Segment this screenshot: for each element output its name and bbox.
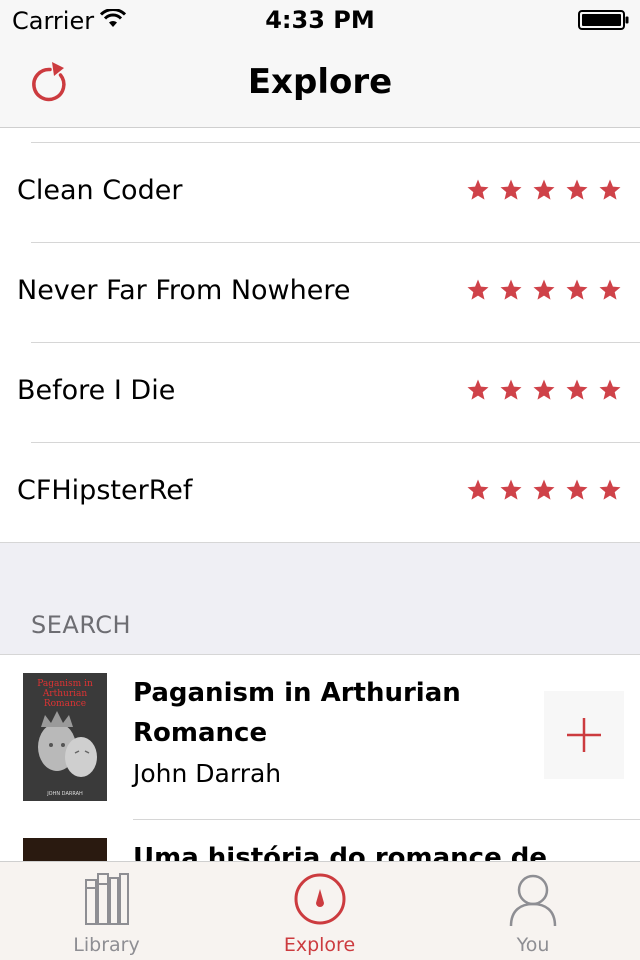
star-icon [533, 279, 555, 300]
star-icon [500, 379, 522, 400]
rated-book-row[interactable]: Never Far From Nowhere [0, 242, 640, 342]
status-bar: Carrier 4:33 PM [0, 0, 640, 40]
star-icon [533, 179, 555, 200]
status-time: 4:33 PM [265, 6, 375, 34]
explore-icon [294, 873, 345, 925]
tab-label: Library [73, 934, 140, 956]
cover-author: JOHN DARRAH [47, 791, 83, 797]
star-icon [467, 279, 489, 300]
star-rating [466, 278, 622, 302]
book-title: Never Far From Nowhere [17, 275, 351, 306]
star-icon [599, 179, 621, 200]
profile-icon [509, 874, 557, 927]
search-section-header: SEARCH [31, 611, 132, 639]
star-icon [599, 379, 621, 400]
tab-explore[interactable]: Explore [213, 862, 426, 960]
rated-book-row[interactable]: Before I Die [0, 342, 640, 442]
star-icon [500, 279, 522, 300]
tab-bar: Library Explore You [0, 861, 640, 960]
star-icon [500, 179, 522, 200]
star-icon [566, 179, 588, 200]
star-icon [566, 279, 588, 300]
tab-library[interactable]: Library [0, 862, 213, 960]
result-title: Uma história do romance de [133, 843, 548, 861]
page-title: Explore [247, 62, 393, 102]
tab-you[interactable]: You [426, 862, 640, 960]
star-icon [467, 179, 489, 200]
book-title: Clean Coder [17, 175, 183, 206]
star-icon [599, 279, 621, 300]
result-title: Paganism in Arthurian Romance [133, 678, 461, 748]
cover-title: Paganism in Arthurian Romance [37, 679, 93, 709]
star-rating [466, 378, 622, 402]
star-rating [466, 178, 622, 202]
search-result-row[interactable]: Uma história do romance de [0, 820, 640, 861]
tab-label: Explore [283, 934, 356, 956]
library-icon [84, 873, 129, 925]
star-icon [500, 479, 522, 500]
star-icon [467, 479, 489, 500]
star-icon [533, 379, 555, 400]
star-rating [466, 478, 622, 502]
book-title: CFHipsterRef [17, 475, 193, 506]
explore-content[interactable]: Clean Coder Never Far From Nowhere Befor… [0, 129, 640, 861]
section-divider [0, 542, 640, 543]
result-author: John Darrah [133, 759, 282, 788]
tab-label: You [516, 934, 550, 956]
cover-art [38, 711, 97, 777]
battery-icon [578, 10, 629, 30]
plus-icon [567, 718, 601, 752]
star-icon [467, 379, 489, 400]
book-cover: Paganism in Arthurian Romance JOHN DARRA… [23, 673, 107, 801]
star-icon [566, 479, 588, 500]
search-result-row[interactable]: Paganism in Arthurian Romance JOHN DARRA… [0, 655, 640, 819]
star-icon [566, 379, 588, 400]
book-title: Before I Die [17, 375, 176, 406]
navigation-bar: Explore [0, 40, 640, 128]
book-cover [23, 838, 107, 861]
rated-book-row[interactable]: Clean Coder [0, 142, 640, 242]
star-icon [533, 479, 555, 500]
rated-book-row[interactable]: CFHipsterRef [0, 442, 640, 542]
add-to-library-button[interactable] [544, 691, 624, 779]
star-icon [599, 479, 621, 500]
